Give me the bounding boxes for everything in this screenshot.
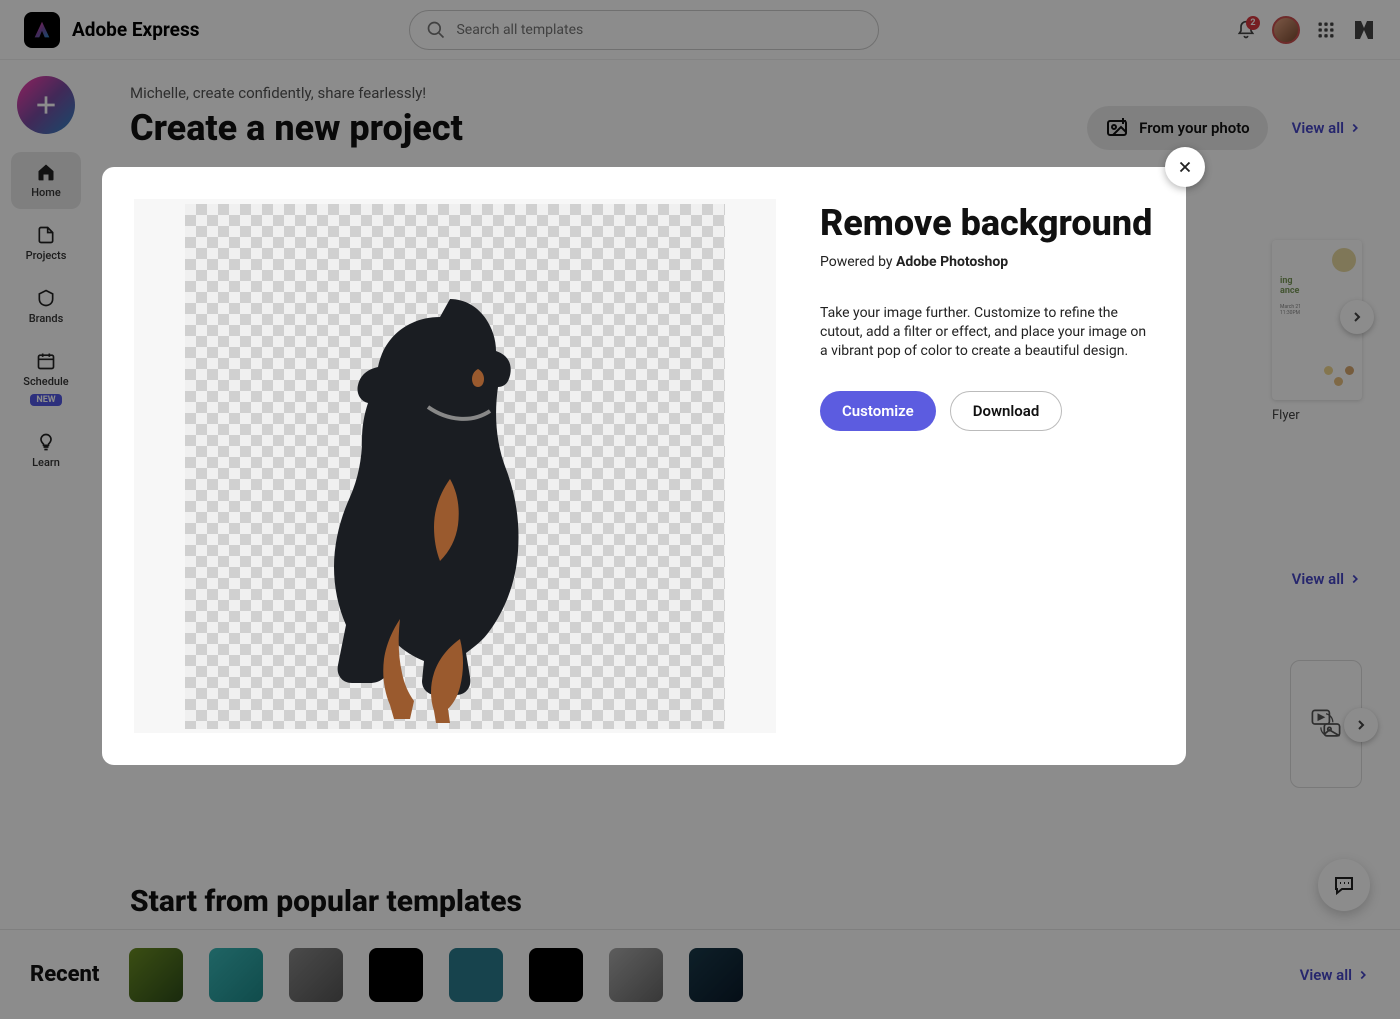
modal-title: Remove background: [820, 203, 1154, 244]
transparent-background: [185, 204, 725, 729]
customize-button[interactable]: Customize: [820, 391, 936, 431]
powered-by-text: Powered by Adobe Photoshop: [820, 254, 1154, 270]
modal-buttons: Customize Download: [820, 391, 1154, 431]
download-button[interactable]: Download: [950, 391, 1063, 431]
cutout-subject-dog: [300, 279, 610, 729]
remove-background-modal: Remove background Powered by Adobe Photo…: [102, 167, 1186, 765]
modal-close-button[interactable]: [1165, 147, 1205, 187]
info-pane: Remove background Powered by Adobe Photo…: [820, 199, 1154, 733]
preview-pane: [134, 199, 776, 733]
modal-description: Take your image further. Customize to re…: [820, 304, 1154, 361]
close-icon: [1176, 158, 1194, 176]
